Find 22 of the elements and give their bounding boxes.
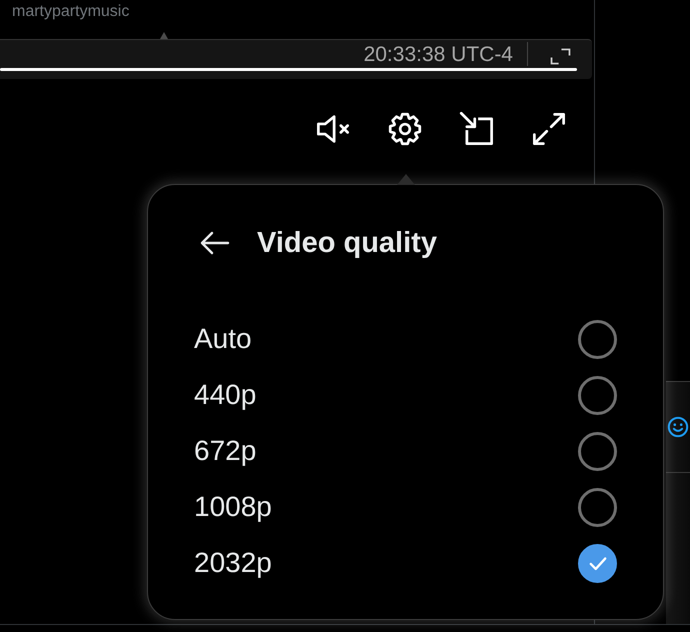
corner-brackets-icon[interactable] — [550, 48, 571, 65]
quality-option[interactable]: 2032p — [194, 546, 272, 580]
quality-option[interactable]: 440p — [194, 378, 256, 412]
expand-arrows-icon — [531, 111, 567, 147]
quality-option[interactable]: 672p — [194, 434, 256, 468]
arrow-into-box-icon — [459, 111, 495, 147]
channel-handle: martypartymusic — [12, 2, 130, 22]
timestamp: 20:33:38 UTC-4 — [364, 43, 513, 66]
radio-button[interactable] — [578, 432, 617, 470]
pointer-caret-icon — [397, 174, 415, 185]
quality-option[interactable]: Auto — [194, 322, 252, 356]
radio-button[interactable] — [578, 320, 617, 358]
smiley-icon[interactable] — [667, 416, 689, 438]
settings-icon — [387, 111, 423, 147]
back-arrow-icon — [200, 231, 230, 255]
radio-button[interactable] — [578, 376, 617, 414]
radio-button[interactable] — [578, 544, 617, 582]
back-button[interactable] — [200, 231, 230, 255]
radio-button[interactable] — [578, 488, 617, 526]
menu-title: Video quality — [257, 226, 437, 260]
quality-option[interactable]: 1008p — [194, 490, 272, 524]
check-icon — [588, 556, 606, 570]
